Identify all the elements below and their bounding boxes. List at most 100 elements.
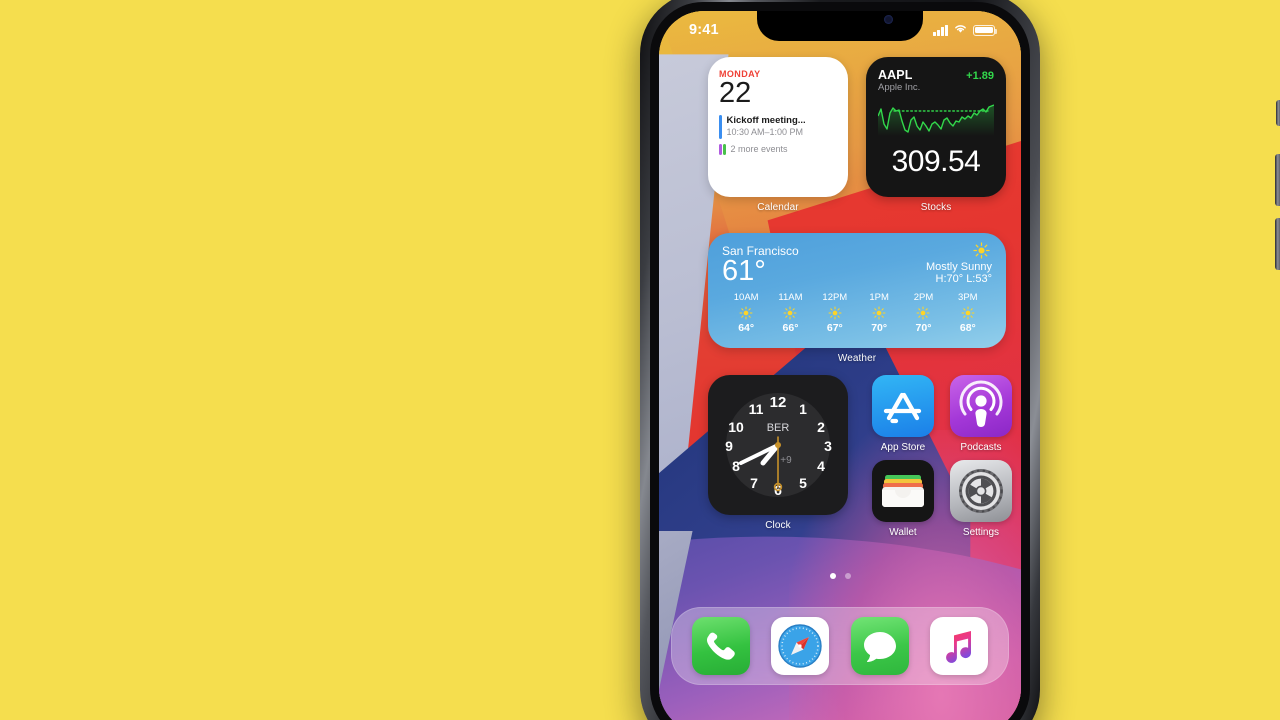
app-icon-app-store[interactable]: App Store — [872, 375, 934, 453]
app-label: App Store — [880, 442, 926, 453]
dock — [671, 607, 1009, 685]
weather-hour-temp: 70° — [915, 322, 932, 335]
weather-widget-cell[interactable]: San Francisco 61° Mostly Sunny H:70° L:5… — [708, 233, 1006, 364]
weather-hour-time: 11AM — [778, 292, 803, 304]
weather-hour-temp: 64° — [738, 322, 755, 335]
wifi-icon — [953, 21, 968, 39]
phone-icon[interactable] — [691, 617, 750, 675]
stocks-price: 309.54 — [891, 145, 981, 178]
analog-clock-face: 12 1 2 3 4 5 6 7 8 9 10 11 BER +9 — [725, 393, 832, 498]
weather-condition-block: Mostly Sunny H:70° L:53° — [926, 261, 992, 285]
page-indicator[interactable] — [659, 573, 1021, 579]
mute-switch[interactable] — [1276, 100, 1280, 126]
weather-hour-item: 10AM 64° — [724, 292, 768, 334]
sun-icon — [946, 306, 990, 320]
weather-hour-time: 1PM — [869, 292, 889, 304]
weather-hour-time: 10AM — [733, 292, 759, 304]
weather-hour-item: 12PM 67° — [813, 292, 857, 334]
wallet-icon[interactable] — [872, 460, 934, 522]
sun-icon — [813, 306, 857, 320]
calendar-widget-label: Calendar — [757, 202, 799, 213]
calendar-event-color-bar — [719, 115, 722, 139]
podcasts-icon[interactable] — [950, 375, 1012, 437]
weather-high-low: H:70° L:53° — [935, 273, 993, 285]
stocks-widget-cell[interactable]: AAPL +1.89 Apple Inc. 309.54 Stocks — [866, 57, 1006, 213]
weather-widget-label: Weather — [837, 353, 877, 364]
phone-screen: 9:41 MONDAY 22 Kickoff meeting... 10:30 … — [659, 11, 1021, 720]
clock-city-code: BER — [767, 422, 790, 434]
calendar-event-item: Kickoff meeting... 10:30 AM–1:00 PM — [719, 115, 837, 139]
weather-hour-temp: 66° — [782, 322, 799, 335]
phone-frame: 9:41 MONDAY 22 Kickoff meeting... 10:30 … — [640, 0, 1280, 720]
clock-numeral-1: 1 — [799, 401, 807, 417]
settings-icon[interactable] — [950, 460, 1012, 522]
app-label: Settings — [962, 527, 1000, 538]
clock-numeral-5: 5 — [799, 475, 807, 491]
clock-numeral-4: 4 — [817, 458, 825, 474]
weather-hour-temp: 70° — [871, 322, 888, 335]
clock-numeral-9: 9 — [725, 438, 733, 454]
calendar-event-time: 10:30 AM–1:00 PM — [726, 127, 804, 138]
calendar-more-events-row: 2 more events — [719, 143, 837, 155]
sun-icon — [768, 306, 812, 320]
weather-hour-time: 3PM — [958, 292, 978, 304]
calendar-event-list: Kickoff meeting... 10:30 AM–1:00 PM 2 mo… — [719, 115, 837, 155]
clock-numeral-8: 8 — [732, 458, 740, 474]
music-note-icon[interactable] — [930, 617, 989, 675]
volume-down-button[interactable] — [1275, 218, 1280, 270]
clock-numeral-10: 10 — [728, 419, 744, 435]
stocks-company-name: Apple Inc. — [878, 82, 921, 93]
app-icon-settings[interactable]: Settings — [950, 460, 1012, 538]
clock-widget-cell[interactable]: 12 1 2 3 4 5 6 7 8 9 10 11 BER +9 Clock — [708, 375, 848, 531]
calendar-widget[interactable]: MONDAY 22 Kickoff meeting... 10:30 AM–1:… — [708, 57, 848, 197]
volume-up-button[interactable] — [1275, 154, 1280, 206]
calendar-widget-cell[interactable]: MONDAY 22 Kickoff meeting... 10:30 AM–1:… — [708, 57, 848, 213]
weather-hour-item: 11AM 66° — [768, 292, 812, 334]
home-screen: MONDAY 22 Kickoff meeting... 10:30 AM–1:… — [659, 45, 1021, 720]
notch — [757, 11, 923, 41]
weather-hour-temp: 68° — [959, 322, 976, 335]
stocks-widget-label: Stocks — [920, 202, 952, 213]
front-camera-icon — [884, 15, 893, 24]
cellular-signal-icon — [933, 24, 948, 36]
clock-numeral-2: 2 — [817, 419, 825, 435]
weather-hour-item: 1PM 70° — [857, 292, 901, 334]
weather-hour-time: 12PM — [822, 292, 848, 304]
calendar-more-events-label: 2 more events — [730, 144, 788, 154]
stocks-sparkline-chart — [877, 104, 995, 136]
page-dot-2[interactable] — [844, 573, 851, 579]
clock-numeral-3: 3 — [824, 438, 832, 454]
weather-hour-item: 2PM 70° — [901, 292, 945, 334]
calendar-event-color-bar — [719, 143, 722, 155]
weather-hourly-forecast: 10AM 64° 11AM 66° 12PM 67° 1PM 70° 2PM 7… — [722, 292, 992, 334]
stocks-header: AAPL +1.89 — [878, 68, 994, 82]
clock-offset: +9 — [780, 455, 792, 466]
safari-compass-icon[interactable] — [771, 617, 830, 675]
clock-numeral-7: 7 — [750, 475, 758, 491]
app-icon-wallet[interactable]: Wallet — [872, 460, 934, 538]
app-label: Podcasts — [960, 442, 1002, 453]
app-icon-podcasts[interactable]: Podcasts — [950, 375, 1012, 453]
weather-widget[interactable]: San Francisco 61° Mostly Sunny H:70° L:5… — [708, 233, 1006, 348]
status-bar-time: 9:41 — [689, 22, 719, 38]
weather-condition: Mostly Sunny — [925, 261, 992, 273]
calendar-more-events-bars — [719, 143, 726, 155]
sun-icon — [724, 306, 768, 320]
stocks-symbol: AAPL — [878, 68, 913, 82]
calendar-event-color-bar — [723, 143, 726, 155]
page-dot-1[interactable] — [829, 573, 836, 579]
sun-icon — [901, 306, 945, 320]
weather-hour-time: 2PM — [913, 292, 934, 304]
stocks-widget[interactable]: AAPL +1.89 Apple Inc. 309.54 — [866, 57, 1006, 197]
calendar-day-number: 22 — [719, 77, 752, 109]
app-label: Wallet — [889, 527, 917, 538]
messages-bubble-icon[interactable] — [850, 617, 909, 675]
clock-numeral-11: 11 — [749, 401, 764, 417]
weather-hour-temp: 67° — [826, 322, 843, 335]
weather-hour-item: 3PM 68° — [946, 292, 990, 334]
app-store-icon[interactable] — [872, 375, 934, 437]
battery-icon — [973, 24, 998, 36]
clock-numeral-12: 12 — [770, 394, 787, 411]
calendar-event-title: Kickoff meeting... — [726, 115, 806, 127]
clock-widget[interactable]: 12 1 2 3 4 5 6 7 8 9 10 11 BER +9 — [708, 375, 848, 515]
